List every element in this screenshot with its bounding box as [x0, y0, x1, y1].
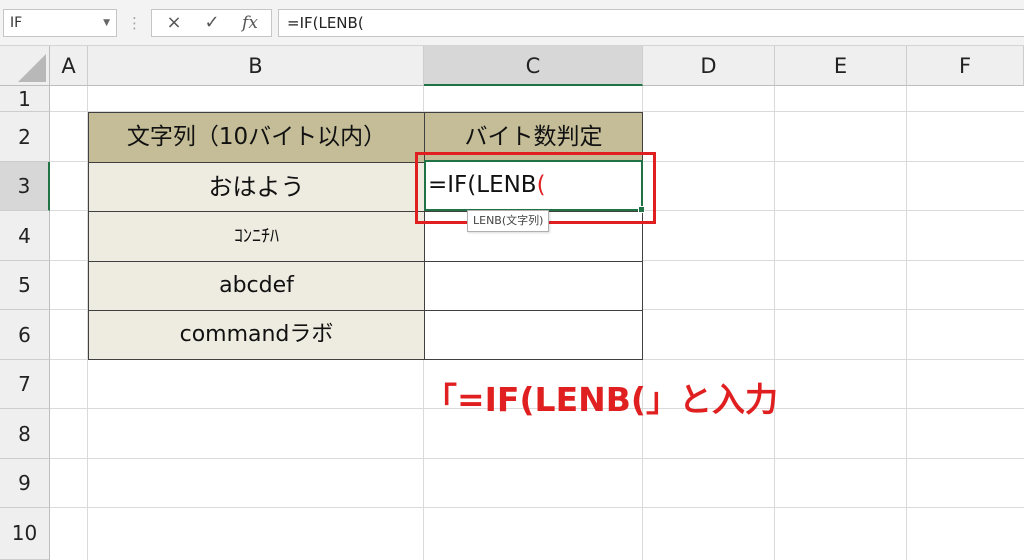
gridline — [774, 86, 775, 560]
cell-b5[interactable]: abcdef — [88, 261, 425, 311]
row-header-2[interactable]: 2 — [0, 112, 50, 162]
cancel-icon[interactable]: × — [156, 10, 192, 36]
cell-b6[interactable]: commandラボ — [88, 310, 425, 360]
row-header-6[interactable]: 6 — [0, 310, 50, 360]
select-all-triangle-icon — [18, 54, 46, 82]
name-box-value: IF — [10, 15, 23, 31]
cell-b3[interactable]: おはよう — [88, 162, 425, 212]
row-header-3[interactable]: 3 — [0, 162, 50, 211]
gridline — [50, 507, 1024, 508]
formula-bar: IF ▼ ⋮ × ✓ fx =IF(LENB( — [0, 0, 1024, 46]
function-tooltip[interactable]: LENB(文字列) — [467, 210, 550, 232]
row-header-9[interactable]: 9 — [0, 459, 50, 508]
select-all-button[interactable] — [0, 46, 50, 86]
column-header-a[interactable]: A — [50, 46, 88, 86]
instruction-caption: 「=IF(LENB(」と入力 — [424, 380, 778, 419]
more-options-icon[interactable]: ⋮ — [127, 13, 142, 33]
column-header-e[interactable]: E — [775, 46, 907, 86]
row-header-10[interactable]: 10 — [0, 508, 50, 560]
header-cell-string[interactable]: 文字列（10バイト以内） — [88, 112, 425, 163]
chevron-down-icon[interactable]: ▼ — [103, 10, 110, 36]
row-header-1[interactable]: 1 — [0, 86, 50, 112]
row-header-5[interactable]: 5 — [0, 261, 50, 310]
check-icon[interactable]: ✓ — [194, 10, 230, 36]
formula-input[interactable]: =IF(LENB( — [278, 9, 1024, 37]
row-header-4[interactable]: 4 — [0, 211, 50, 261]
cell-b4[interactable]: ｺﾝﾆﾁﾊ — [88, 211, 425, 262]
row-header-7[interactable]: 7 — [0, 360, 50, 409]
column-header-c[interactable]: C — [424, 46, 643, 86]
column-header-d[interactable]: D — [643, 46, 775, 86]
insert-function-icon[interactable]: fx — [232, 10, 268, 36]
row-header-8[interactable]: 8 — [0, 409, 50, 459]
formula-buttons: × ✓ fx — [151, 9, 272, 37]
gridline — [50, 458, 1024, 459]
column-header-b[interactable]: B — [88, 46, 424, 86]
name-box[interactable]: IF ▼ — [3, 9, 117, 37]
cell-c5[interactable] — [424, 261, 643, 311]
gridline — [906, 86, 907, 560]
column-header-f[interactable]: F — [907, 46, 1024, 86]
cell-c6[interactable] — [424, 310, 643, 360]
